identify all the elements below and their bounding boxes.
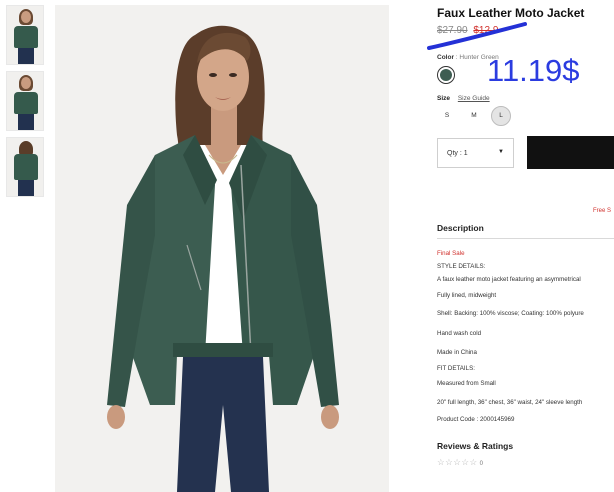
color-value: Hunter Green bbox=[459, 54, 499, 61]
model-illustration bbox=[55, 5, 389, 492]
description-line: Shell: Backing: 100% viscose; Coating: 1… bbox=[437, 310, 584, 317]
thumbnail-back[interactable] bbox=[6, 137, 44, 197]
size-label: Size bbox=[437, 95, 451, 102]
size-option-s[interactable]: S bbox=[437, 106, 457, 126]
description-line: A faux leather moto jacket featuring an … bbox=[437, 276, 581, 283]
add-to-bag-button[interactable] bbox=[527, 136, 614, 169]
description-heading[interactable]: Description bbox=[437, 223, 484, 233]
size-guide-link[interactable]: Size Guide bbox=[458, 95, 490, 102]
style-details-heading: STYLE DETAILS: bbox=[437, 263, 486, 270]
size-option-m[interactable]: M bbox=[464, 106, 484, 126]
thumbnail-front[interactable] bbox=[6, 5, 44, 65]
thumbnail-side[interactable] bbox=[6, 71, 44, 131]
free-shipping-note: Free S bbox=[593, 208, 612, 214]
annotation-strike-line bbox=[427, 22, 527, 50]
final-sale-label: Final Sale bbox=[437, 250, 465, 257]
divider bbox=[437, 238, 614, 239]
chevron-down-icon: ▼ bbox=[498, 149, 504, 155]
quantity-value: Qty : 1 bbox=[447, 150, 468, 157]
color-label-row: Color : Hunter Green bbox=[437, 54, 499, 61]
reviews-heading[interactable]: Reviews & Ratings bbox=[437, 441, 513, 451]
fit-details-heading: FIT DETAILS: bbox=[437, 365, 475, 372]
description-line: Hand wash cold bbox=[437, 330, 482, 337]
description-line: Fully lined, midweight bbox=[437, 292, 497, 299]
rating-stars: ☆☆☆☆☆ 0 bbox=[437, 457, 483, 468]
size-label-row: Size Size Guide bbox=[437, 95, 490, 102]
color-label: Color bbox=[437, 54, 454, 61]
annotation-new-price: 11.19$ bbox=[487, 53, 580, 88]
description-line: Made in China bbox=[437, 349, 477, 356]
product-info: Faux Leather Moto Jacket $27.90 $12.9 11… bbox=[427, 0, 614, 492]
size-option-l[interactable]: L bbox=[491, 106, 511, 126]
quantity-select[interactable]: Qty : 1 ▼ bbox=[437, 138, 514, 168]
color-swatch-hunter-green[interactable] bbox=[437, 66, 455, 84]
star-icon: ☆☆☆☆☆ bbox=[437, 457, 478, 467]
fit-line: 20" full length, 36" chest, 36" waist, 2… bbox=[437, 399, 583, 406]
thumbnail-strip bbox=[6, 5, 48, 203]
review-count: 0 bbox=[479, 461, 483, 467]
product-code: Product Code : 2000145969 bbox=[437, 416, 515, 423]
fit-line: Measured from Small bbox=[437, 380, 496, 387]
main-product-image[interactable] bbox=[55, 5, 389, 492]
